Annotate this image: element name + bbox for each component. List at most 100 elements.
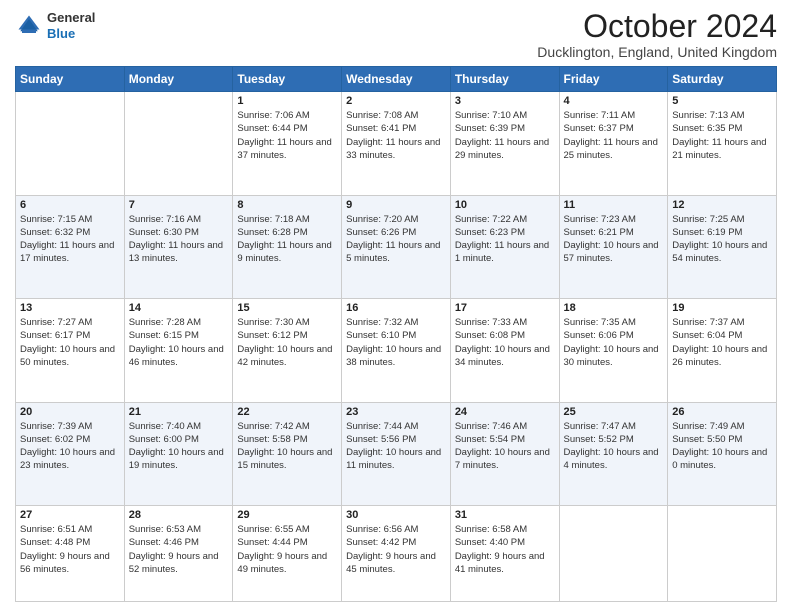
day-number: 24	[455, 406, 555, 418]
day-number: 12	[672, 199, 772, 211]
day-cell	[668, 506, 777, 602]
day-cell: 16 Sunrise: 7:32 AM Sunset: 6:10 PM Dayli…	[342, 299, 451, 403]
week-row-3: 13 Sunrise: 7:27 AM Sunset: 6:17 PM Dayli…	[16, 299, 777, 403]
logo-blue: Blue	[47, 26, 75, 41]
col-header-thursday: Thursday	[450, 67, 559, 92]
week-row-4: 20 Sunrise: 7:39 AM Sunset: 6:02 PM Dayli…	[16, 402, 777, 506]
logo-general: General	[47, 10, 95, 25]
page: General Blue October 2024 Ducklington, E…	[0, 0, 792, 612]
day-cell: 5Sunrise: 7:13 AM Sunset: 6:35 PM Daylig…	[668, 92, 777, 196]
title-block: October 2024 Ducklington, England, Unite…	[537, 10, 777, 60]
calendar-table: SundayMondayTuesdayWednesdayThursdayFrid…	[15, 66, 777, 602]
day-cell: 15 Sunrise: 7:30 AM Sunset: 6:12 PM Dayli…	[233, 299, 342, 403]
day-info: Sunrise: 7:22 AM Sunset: 6:23 PM Dayligh…	[455, 213, 555, 266]
day-number: 14	[129, 302, 229, 314]
col-header-saturday: Saturday	[668, 67, 777, 92]
day-cell	[16, 92, 125, 196]
day-info: Sunrise: 6:56 AM Sunset: 4:42 PM Dayligh…	[346, 523, 446, 576]
day-number: 17	[455, 302, 555, 314]
day-info: Sunrise: 6:55 AM Sunset: 4:44 PM Dayligh…	[237, 523, 337, 576]
day-cell: 2 Sunrise: 7:08 AM Sunset: 6:41 PM Daylig…	[342, 92, 451, 196]
day-info: Sunrise: 7:27 AM Sunset: 6:17 PM Dayligh…	[20, 316, 120, 369]
day-cell: 31Sunrise: 6:58 AM Sunset: 4:40 PM Dayli…	[450, 506, 559, 602]
day-cell	[559, 506, 668, 602]
month-title: October 2024	[537, 10, 777, 42]
day-cell: 27Sunrise: 6:51 AM Sunset: 4:48 PM Dayli…	[16, 506, 125, 602]
day-number: 4	[564, 95, 664, 107]
day-cell: 14 Sunrise: 7:28 AM Sunset: 6:15 PM Dayli…	[124, 299, 233, 403]
day-cell: 6Sunrise: 7:15 AM Sunset: 6:32 PM Daylig…	[16, 195, 125, 299]
day-info: Sunrise: 7:11 AM Sunset: 6:37 PM Dayligh…	[564, 109, 664, 162]
day-cell: 26Sunrise: 7:49 AM Sunset: 5:50 PM Dayli…	[668, 402, 777, 506]
day-number: 16	[346, 302, 446, 314]
day-cell	[124, 92, 233, 196]
day-number: 23	[346, 406, 446, 418]
day-info: Sunrise: 7:25 AM Sunset: 6:19 PM Dayligh…	[672, 213, 772, 266]
col-header-sunday: Sunday	[16, 67, 125, 92]
day-info: Sunrise: 7:32 AM Sunset: 6:10 PM Dayligh…	[346, 316, 446, 369]
day-cell: 11Sunrise: 7:23 AM Sunset: 6:21 PM Dayli…	[559, 195, 668, 299]
day-info: Sunrise: 7:06 AM Sunset: 6:44 PM Dayligh…	[237, 109, 337, 162]
day-number: 1	[237, 95, 337, 107]
day-number: 5	[672, 95, 772, 107]
day-cell: 18 Sunrise: 7:35 AM Sunset: 6:06 PM Dayli…	[559, 299, 668, 403]
day-cell: 7 Sunrise: 7:16 AM Sunset: 6:30 PM Daylig…	[124, 195, 233, 299]
day-info: Sunrise: 7:42 AM Sunset: 5:58 PM Dayligh…	[237, 420, 337, 473]
day-info: Sunrise: 7:20 AM Sunset: 6:26 PM Dayligh…	[346, 213, 446, 266]
day-info: Sunrise: 7:33 AM Sunset: 6:08 PM Dayligh…	[455, 316, 555, 369]
week-row-2: 6Sunrise: 7:15 AM Sunset: 6:32 PM Daylig…	[16, 195, 777, 299]
day-number: 18	[564, 302, 664, 314]
day-cell: 23Sunrise: 7:44 AM Sunset: 5:56 PM Dayli…	[342, 402, 451, 506]
day-number: 15	[237, 302, 337, 314]
day-cell: 24 Sunrise: 7:46 AM Sunset: 5:54 PM Dayli…	[450, 402, 559, 506]
day-number: 27	[20, 509, 120, 521]
day-number: 21	[129, 406, 229, 418]
day-cell: 21Sunrise: 7:40 AM Sunset: 6:00 PM Dayli…	[124, 402, 233, 506]
header: General Blue October 2024 Ducklington, E…	[15, 10, 777, 60]
day-info: Sunrise: 7:39 AM Sunset: 6:02 PM Dayligh…	[20, 420, 120, 473]
day-cell: 30 Sunrise: 6:56 AM Sunset: 4:42 PM Dayli…	[342, 506, 451, 602]
logo-icon	[15, 12, 43, 40]
day-cell: 9 Sunrise: 7:20 AM Sunset: 6:26 PM Daylig…	[342, 195, 451, 299]
day-number: 10	[455, 199, 555, 211]
col-header-tuesday: Tuesday	[233, 67, 342, 92]
day-cell: 29 Sunrise: 6:55 AM Sunset: 4:44 PM Dayli…	[233, 506, 342, 602]
day-cell: 3Sunrise: 7:10 AM Sunset: 6:39 PM Daylig…	[450, 92, 559, 196]
day-info: Sunrise: 7:37 AM Sunset: 6:04 PM Dayligh…	[672, 316, 772, 369]
day-info: Sunrise: 7:08 AM Sunset: 6:41 PM Dayligh…	[346, 109, 446, 162]
day-cell: 19Sunrise: 7:37 AM Sunset: 6:04 PM Dayli…	[668, 299, 777, 403]
day-cell: 17 Sunrise: 7:33 AM Sunset: 6:08 PM Dayli…	[450, 299, 559, 403]
day-number: 9	[346, 199, 446, 211]
day-info: Sunrise: 7:28 AM Sunset: 6:15 PM Dayligh…	[129, 316, 229, 369]
day-number: 26	[672, 406, 772, 418]
day-info: Sunrise: 7:16 AM Sunset: 6:30 PM Dayligh…	[129, 213, 229, 266]
day-number: 22	[237, 406, 337, 418]
location: Ducklington, England, United Kingdom	[537, 44, 777, 60]
day-cell: 4 Sunrise: 7:11 AM Sunset: 6:37 PM Daylig…	[559, 92, 668, 196]
day-number: 8	[237, 199, 337, 211]
day-info: Sunrise: 7:23 AM Sunset: 6:21 PM Dayligh…	[564, 213, 664, 266]
day-info: Sunrise: 7:18 AM Sunset: 6:28 PM Dayligh…	[237, 213, 337, 266]
day-info: Sunrise: 7:35 AM Sunset: 6:06 PM Dayligh…	[564, 316, 664, 369]
day-number: 30	[346, 509, 446, 521]
day-info: Sunrise: 7:30 AM Sunset: 6:12 PM Dayligh…	[237, 316, 337, 369]
col-header-friday: Friday	[559, 67, 668, 92]
header-row: SundayMondayTuesdayWednesdayThursdayFrid…	[16, 67, 777, 92]
day-cell: 1 Sunrise: 7:06 AM Sunset: 6:44 PM Daylig…	[233, 92, 342, 196]
week-row-1: 1 Sunrise: 7:06 AM Sunset: 6:44 PM Daylig…	[16, 92, 777, 196]
day-number: 7	[129, 199, 229, 211]
day-info: Sunrise: 7:47 AM Sunset: 5:52 PM Dayligh…	[564, 420, 664, 473]
day-number: 20	[20, 406, 120, 418]
logo-text: General Blue	[47, 10, 95, 41]
day-number: 29	[237, 509, 337, 521]
day-info: Sunrise: 7:10 AM Sunset: 6:39 PM Dayligh…	[455, 109, 555, 162]
day-info: Sunrise: 7:46 AM Sunset: 5:54 PM Dayligh…	[455, 420, 555, 473]
day-number: 2	[346, 95, 446, 107]
day-cell: 20 Sunrise: 7:39 AM Sunset: 6:02 PM Dayli…	[16, 402, 125, 506]
day-number: 13	[20, 302, 120, 314]
day-cell: 13 Sunrise: 7:27 AM Sunset: 6:17 PM Dayli…	[16, 299, 125, 403]
week-row-5: 27Sunrise: 6:51 AM Sunset: 4:48 PM Dayli…	[16, 506, 777, 602]
day-info: Sunrise: 7:15 AM Sunset: 6:32 PM Dayligh…	[20, 213, 120, 266]
day-number: 31	[455, 509, 555, 521]
day-cell: 12 Sunrise: 7:25 AM Sunset: 6:19 PM Dayli…	[668, 195, 777, 299]
